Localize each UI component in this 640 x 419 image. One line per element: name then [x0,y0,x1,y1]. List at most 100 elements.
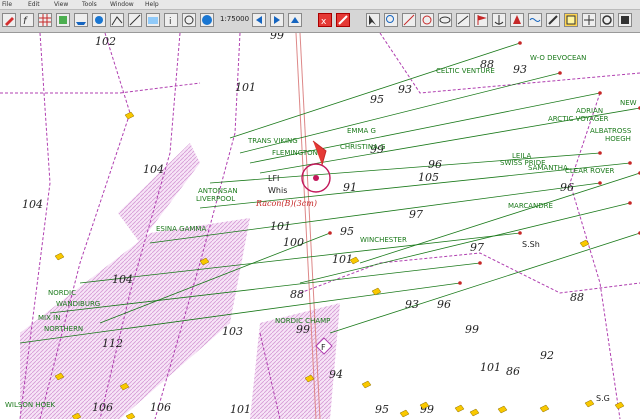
draw-icon[interactable] [402,13,416,27]
font-icon[interactable]: f [20,13,34,27]
mark-icon[interactable] [92,13,106,27]
depth-sounding: 95 [370,93,384,106]
racon-label: Racon(B)(3cm) [255,199,317,208]
depth-sounding: 104 [22,198,43,211]
settings-icon[interactable] [182,13,196,27]
square-icon[interactable] [618,13,632,27]
vessel-label[interactable]: TRANS VIKING [247,137,298,145]
vessel-target[interactable] [328,231,332,235]
vessel-label[interactable]: EMMA G [347,127,376,135]
globe-icon[interactable] [200,13,214,27]
chart-canvas[interactable]: LFI Whis Racon(B)(3cm) S.Sh S.G F 102 99 1… [0,29,640,419]
depth-sounding: 104 [143,163,164,176]
vessel-label[interactable]: ARCTIC VOYAGER [548,115,609,123]
flag-icon[interactable] [474,13,488,27]
nautical-chart[interactable]: LFI Whis Racon(B)(3cm) S.Sh S.G F 102 99 1… [0,29,640,419]
vessel-label[interactable]: SAMANTHA [528,164,568,172]
plus-icon[interactable] [582,13,596,27]
vessel-label[interactable]: NORDIC [48,289,76,297]
vessel-target[interactable] [598,91,602,95]
menu-tools[interactable]: Tools [82,0,97,9]
pen-icon[interactable] [336,13,350,27]
buoy-icon[interactable] [454,404,465,413]
vessel-label[interactable]: WILSON HOEK [5,401,55,409]
vessel-target[interactable] [518,41,522,45]
vessel-target[interactable] [518,231,522,235]
note-icon[interactable] [564,13,578,27]
buoy-icon[interactable] [399,409,410,418]
vessel-label[interactable]: NORTHERN [44,325,83,333]
depth-sounding: 106 [92,401,113,414]
measure-icon[interactable] [128,13,142,27]
pencil-icon[interactable] [2,13,16,27]
menu-file[interactable]: File [2,0,12,9]
arrow-up-icon[interactable] [288,13,302,27]
depth-sounding: 106 [150,401,171,414]
circle-icon[interactable] [600,13,614,27]
buoy-icon[interactable] [614,401,625,410]
vessel-label[interactable]: NEW [620,99,637,107]
depth-sounding: 101 [235,81,256,94]
buoy-icon[interactable] [54,252,65,261]
menu-view[interactable]: View [54,0,68,9]
menu-help[interactable]: Help [145,0,159,9]
vessel-label[interactable]: W-O DEVOCEAN [530,54,586,62]
vessel-label[interactable]: MARCANDRE [508,202,553,210]
vessel-label[interactable]: ADRIAN [576,107,603,115]
vessel-target[interactable] [458,281,462,285]
zoom-in-icon[interactable] [384,13,398,27]
vessel-label[interactable]: CHRISTINA G [340,143,386,151]
vessel-label[interactable]: WANDIBURG [56,300,100,308]
menu-window[interactable]: Window [110,0,134,9]
line-icon[interactable] [456,13,470,27]
tool-icon[interactable] [546,13,560,27]
arrow-right-icon[interactable] [270,13,284,27]
buoy-icon[interactable] [539,404,550,413]
buoy-icon[interactable] [469,408,480,417]
vessel-target[interactable] [478,261,482,265]
vessel-target[interactable] [558,71,562,75]
depth-sounding: 95 [375,403,389,416]
vessel-target[interactable] [628,201,632,205]
buoy-icon[interactable] [497,405,508,414]
chart-icon[interactable] [146,13,160,27]
buoy-icon[interactable] [361,380,372,389]
cursor-icon[interactable] [366,13,380,27]
ecdis-app: File Edit View Tools Window Help f i 1:7… [0,0,640,419]
ship-icon[interactable] [74,13,88,27]
menu-edit[interactable]: Edit [28,0,40,9]
vessel-label[interactable]: FLEMINGTON [272,149,318,157]
depth-sounding: 94 [329,368,343,381]
vessel-label[interactable]: MIX IN [38,314,60,322]
layers-icon[interactable] [56,13,70,27]
depth-sounding: 100 [283,236,304,249]
vessel-label[interactable]: WINCHESTER [360,236,407,244]
buoy-icon[interactable] [584,399,595,408]
grid-icon[interactable] [38,13,52,27]
buoy-icon[interactable] [124,111,135,120]
buoy-icon[interactable] [125,412,136,419]
vessel-label[interactable]: ESINA GAMMA [156,225,206,233]
anchor-icon[interactable] [492,13,506,27]
vessel-target[interactable] [598,181,602,185]
vessel-label[interactable]: NORDIC CHAMP [275,317,330,325]
vessel-label[interactable]: ALBATROSS [590,127,632,135]
info-icon[interactable]: i [164,13,178,27]
eye-icon[interactable] [438,13,452,27]
vessel-label[interactable]: CELTIC VENTURE [436,67,495,75]
depth-sounding: 102 [95,35,116,48]
arrow-left-icon[interactable] [252,13,266,27]
alarm-icon[interactable]: x [318,13,332,27]
buoy-icon[interactable] [510,13,524,27]
vessel-label[interactable]: LIVERPOOL [196,195,235,203]
vessel-label[interactable]: CLEAR ROVER [565,167,615,175]
vessel-label[interactable]: ANTONSAN [198,187,238,195]
wave-icon[interactable] [528,13,542,27]
depth-sounding: 104 [112,273,133,286]
target-icon[interactable] [420,13,434,27]
vessel-target[interactable] [598,151,602,155]
vessel-target[interactable] [628,161,632,165]
vessel-label[interactable]: HOEGH [605,135,631,143]
route-icon[interactable] [110,13,124,27]
depth-sounding: 99 [465,323,479,336]
